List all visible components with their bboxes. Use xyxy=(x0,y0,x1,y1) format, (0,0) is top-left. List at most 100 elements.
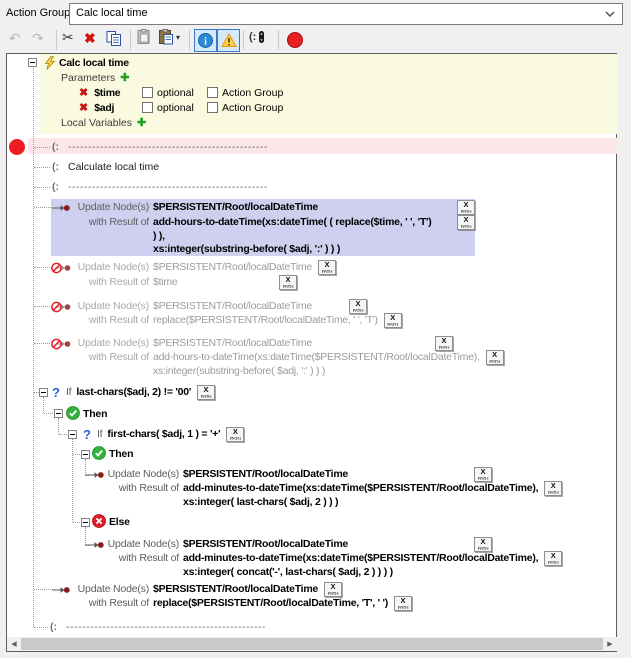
group-title-row[interactable]: Calc local time xyxy=(59,57,129,70)
delete-parameter-icon[interactable]: ✖ xyxy=(79,102,88,115)
tree-connector xyxy=(34,306,50,307)
copy-button[interactable] xyxy=(106,31,122,46)
update-result-row[interactable]: with Result of add-minutes-to-dateTime(x… xyxy=(104,482,562,495)
optional-checkbox[interactable] xyxy=(142,87,153,98)
update-node-row-disabled[interactable]: Update Node(s) $PERSISTENT/Root/localDat… xyxy=(51,337,453,350)
add-local-variable-icon[interactable]: ✚ xyxy=(137,117,146,130)
update-node-row-disabled[interactable]: Update Node(s) $PERSISTENT/Root/localDat… xyxy=(51,300,367,313)
paste-special-icon xyxy=(158,29,174,45)
xpath-button[interactable]: XPATH xyxy=(457,215,475,230)
update-node-row[interactable]: Update Node(s) $PERSISTENT/Root/localDat… xyxy=(86,468,492,481)
paste-button[interactable] xyxy=(136,29,152,45)
xpath-button[interactable]: XPATH xyxy=(384,313,402,328)
xpath-button[interactable]: XPATH xyxy=(226,427,244,442)
svg-text:i: i xyxy=(204,37,207,48)
then-row[interactable]: Then xyxy=(83,408,107,421)
if-row[interactable]: ? If last-chars($adj, 2) != '00' XPATH xyxy=(52,386,215,399)
update-target: $PERSISTENT/Root/localDateTime xyxy=(153,201,318,214)
else-row[interactable]: Else xyxy=(109,516,130,529)
xpath-button[interactable]: XPATH xyxy=(349,299,367,314)
update-label: Update Node(s) xyxy=(73,201,149,214)
breakpoint-button[interactable] xyxy=(287,32,303,48)
info-icon: i xyxy=(198,33,213,48)
action-group-checkbox[interactable] xyxy=(207,87,218,98)
collapse-then-box[interactable] xyxy=(54,409,63,418)
result-expression: add-hours-to-dateTime(xs:dateTime( ( rep… xyxy=(153,216,431,229)
collapse-else-box[interactable] xyxy=(81,518,90,527)
comment-row[interactable]: (: -------------------------------------… xyxy=(50,621,266,634)
xpath-button[interactable]: XPATH xyxy=(544,551,562,566)
tree-connector xyxy=(59,434,67,435)
xpath-button[interactable]: XPATH xyxy=(197,385,215,400)
update-result-row[interactable]: with Result of add-minutes-to-dateTime(x… xyxy=(104,552,562,565)
tree-connector xyxy=(44,413,53,414)
update-node-row[interactable]: Update Node(s) $PERSISTENT/Root/localDat… xyxy=(52,583,342,596)
xpath-button[interactable]: XPATH xyxy=(457,200,475,215)
breakpoint-dot[interactable] xyxy=(9,139,25,155)
update-node-row-disabled[interactable]: Update Node(s) $PERSISTENT/Root/localDat… xyxy=(51,261,336,274)
cut-button[interactable]: ✂ xyxy=(62,30,74,44)
insert-comment-button[interactable]: (: xyxy=(249,30,265,44)
comment-divider: ----------------------------------------… xyxy=(68,181,268,194)
action-group-checkbox[interactable] xyxy=(207,102,218,113)
action-group-label: Action Group: xyxy=(6,7,73,19)
xpath-button[interactable]: XPATH xyxy=(279,275,297,290)
comment-row[interactable]: (: -------------------------------------… xyxy=(52,181,268,194)
xpath-button[interactable]: XPATH xyxy=(435,336,453,351)
action-group-select[interactable]: Calc local time xyxy=(69,3,623,25)
xpath-button[interactable]: XPATH xyxy=(544,481,562,496)
toolbar-separator xyxy=(189,30,190,50)
update-action-icon xyxy=(86,470,104,480)
update-action-disabled-icon xyxy=(51,262,71,274)
result-expression: add-hours-to-dateTime(xs:dateTime($PERSI… xyxy=(153,351,480,364)
xpath-button[interactable]: XPATH xyxy=(318,260,336,275)
update-result-row-disabled[interactable]: with Result of add-hours-to-dateTime(xs:… xyxy=(73,351,504,364)
xpath-button[interactable]: XPATH xyxy=(486,350,504,365)
delete-parameter-icon[interactable]: ✖ xyxy=(79,87,88,100)
xpath-button[interactable]: XPATH xyxy=(394,596,412,611)
delete-button[interactable]: ✖ xyxy=(84,31,96,45)
add-parameter-icon[interactable]: ✚ xyxy=(120,72,129,85)
collapse-root-box[interactable] xyxy=(28,58,37,67)
comment-glyph: (: xyxy=(249,31,256,43)
action-group-label: Action Group xyxy=(222,87,283,100)
show-warnings-toggle[interactable] xyxy=(217,29,240,52)
parameter-row[interactable]: ✖ $adj xyxy=(79,102,114,115)
paste-special-button[interactable]: ▾ xyxy=(158,29,180,45)
action-group-label: Action Group xyxy=(222,102,283,115)
comment-row[interactable]: (: -------------------------------------… xyxy=(52,141,268,154)
scrollbar-thumb[interactable] xyxy=(21,638,603,650)
update-result-row[interactable]: with Result of replace($PERSISTENT/Root/… xyxy=(73,597,412,610)
show-info-toggle[interactable]: i xyxy=(194,29,217,52)
tree-guide xyxy=(72,439,73,522)
undo-button[interactable]: ↶ xyxy=(9,31,21,45)
comment-row[interactable]: (: Calculate local time xyxy=(52,161,159,174)
update-action-disabled-icon xyxy=(51,301,71,313)
tree-connector xyxy=(34,627,48,628)
xpath-button[interactable]: XPATH xyxy=(474,537,492,552)
horizontal-scrollbar[interactable]: ◀ ▶ xyxy=(7,637,617,651)
redo-button[interactable]: ↷ xyxy=(32,31,44,45)
collapse-then-box[interactable] xyxy=(81,450,90,459)
expression-continuation: xs:integer(substring-before( $adj, ':' )… xyxy=(153,243,340,256)
xpath-button[interactable]: XPATH xyxy=(474,467,492,482)
scroll-left-arrow[interactable]: ◀ xyxy=(7,637,21,651)
update-result-row-disabled[interactable]: with Result of $time XPATH xyxy=(73,276,297,289)
then-row[interactable]: Then xyxy=(109,448,133,461)
parameter-row[interactable]: ✖ $time xyxy=(79,87,120,100)
expression-continuation: xs:integer( last-chars( $adj, 2 ) ) ) xyxy=(183,496,338,509)
xpath-button[interactable]: XPATH xyxy=(324,582,342,597)
local-variables-label: Local Variables xyxy=(61,117,132,130)
update-result-row-disabled[interactable]: with Result of replace($PERSISTENT/Root/… xyxy=(73,314,402,327)
if-label: If xyxy=(97,428,102,441)
tree-connector xyxy=(73,454,80,455)
result-label: with Result of xyxy=(73,351,149,364)
optional-checkbox[interactable] xyxy=(142,102,153,113)
update-node-row[interactable]: Update Node(s) $PERSISTENT/Root/localDat… xyxy=(52,201,475,214)
collapse-if-box[interactable] xyxy=(68,430,77,439)
scroll-right-arrow[interactable]: ▶ xyxy=(603,637,617,651)
update-result-row[interactable]: with Result of add-hours-to-dateTime(xs:… xyxy=(73,216,475,229)
if-row[interactable]: ? If first-chars( $adj, 1 ) = '+' XPATH xyxy=(83,428,244,441)
update-node-row[interactable]: Update Node(s) $PERSISTENT/Root/localDat… xyxy=(86,538,492,551)
collapse-if-box[interactable] xyxy=(39,388,48,397)
